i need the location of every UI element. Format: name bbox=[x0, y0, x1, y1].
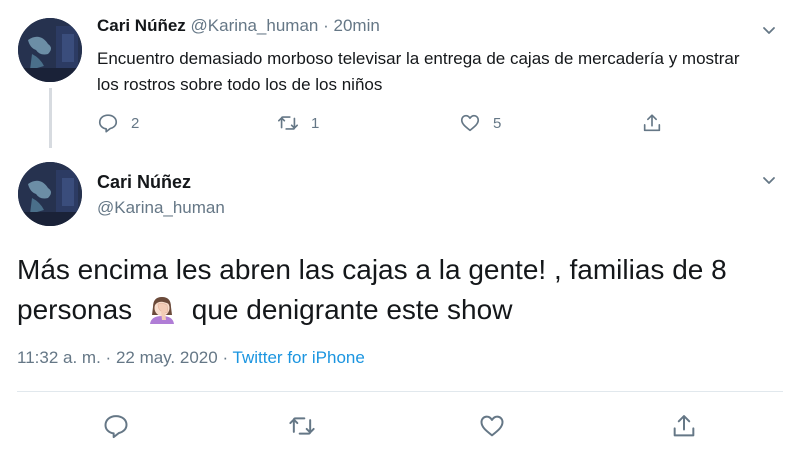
tweet-header: Cari Núñez @Karina_human · 20min bbox=[97, 16, 380, 36]
tweet-time[interactable]: 20min bbox=[334, 16, 380, 35]
tweet-text-part-2: que denigrante este show bbox=[191, 294, 513, 325]
reply-button[interactable]: 2 bbox=[97, 112, 139, 134]
avatar-image bbox=[18, 18, 82, 82]
reply-icon bbox=[98, 114, 118, 133]
share-button[interactable] bbox=[670, 412, 698, 440]
tweet-time[interactable]: 11:32 a. m. bbox=[17, 348, 101, 367]
share-button[interactable] bbox=[641, 112, 663, 134]
separator: · bbox=[222, 348, 229, 367]
retweet-count: 1 bbox=[311, 114, 320, 132]
chevron-down-icon[interactable] bbox=[761, 172, 777, 188]
thread-connector-line bbox=[49, 88, 52, 148]
avatar[interactable] bbox=[18, 18, 82, 82]
reply-button[interactable] bbox=[102, 412, 130, 440]
reply-icon bbox=[104, 415, 128, 439]
avatar[interactable] bbox=[18, 162, 82, 226]
separator: · bbox=[105, 348, 112, 367]
like-button[interactable]: 5 bbox=[459, 112, 501, 134]
heart-icon bbox=[480, 415, 504, 437]
reply-count: 2 bbox=[131, 114, 140, 132]
share-icon bbox=[643, 114, 661, 132]
like-button[interactable] bbox=[478, 412, 506, 440]
tweet-text: Encuentro demasiado morboso televisar la… bbox=[97, 49, 740, 94]
facepalm-woman-emoji bbox=[149, 297, 174, 324]
author-handle[interactable]: @Karina_human bbox=[97, 198, 225, 218]
retweet-icon bbox=[278, 116, 298, 130]
share-icon bbox=[673, 415, 695, 437]
like-count: 5 bbox=[493, 114, 502, 132]
chevron-down-icon[interactable] bbox=[761, 22, 777, 38]
separator: · bbox=[323, 16, 329, 35]
heart-icon bbox=[460, 114, 480, 132]
retweet-button[interactable]: 1 bbox=[277, 112, 319, 134]
tweet-date[interactable]: 22 may. 2020 bbox=[116, 348, 218, 367]
tweet-text: Más encima les abren las cajas a la gent… bbox=[17, 250, 787, 330]
tweet-source-link[interactable]: Twitter for iPhone bbox=[233, 348, 365, 367]
author-name[interactable]: Cari Núñez bbox=[97, 16, 186, 35]
retweet-icon bbox=[289, 417, 315, 435]
author-name[interactable]: Cari Núñez bbox=[97, 172, 191, 193]
tweet-parent[interactable]: Cari Núñez @Karina_human · 20min Encuent… bbox=[0, 0, 800, 150]
retweet-button[interactable] bbox=[288, 412, 316, 440]
avatar-image bbox=[18, 162, 82, 226]
tweet-metadata: 11:32 a. m. · 22 may. 2020 · Twitter for… bbox=[17, 348, 365, 368]
author-handle[interactable]: @Karina_human bbox=[191, 16, 319, 35]
divider bbox=[17, 391, 783, 392]
